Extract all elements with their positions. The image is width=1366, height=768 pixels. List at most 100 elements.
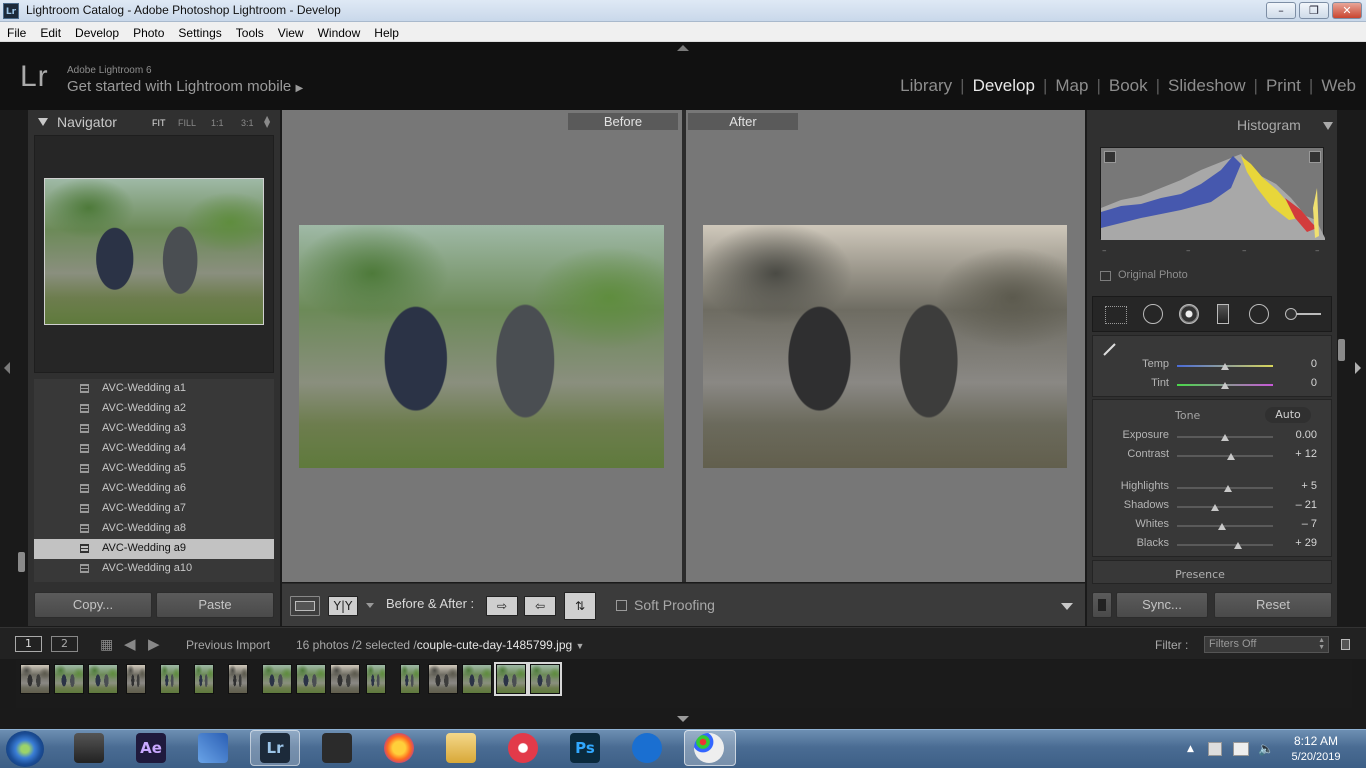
filter-lock-icon[interactable]: [1341, 639, 1350, 650]
module-develop[interactable]: Develop: [967, 76, 1041, 95]
zoom-fit[interactable]: FIT: [152, 118, 166, 128]
menu-tools[interactable]: Tools: [229, 24, 271, 43]
crop-tool-icon[interactable]: [1105, 306, 1127, 324]
whites-value[interactable]: – 7: [1281, 518, 1317, 530]
bottom-panel-toggle-icon[interactable]: [677, 716, 689, 722]
menu-settings[interactable]: Settings: [171, 24, 228, 43]
left-scrollbar[interactable]: [18, 380, 26, 580]
before-after-view-button[interactable]: Y|Y: [328, 596, 358, 616]
filmstrip-thumbnail[interactable]: [400, 664, 420, 694]
red-eye-icon[interactable]: [1179, 304, 1199, 324]
menu-photo[interactable]: Photo: [126, 24, 171, 43]
filmstrip-thumbnail[interactable]: [88, 664, 118, 694]
volume-icon[interactable]: 🔈: [1258, 742, 1274, 757]
filmstrip-thumbnail[interactable]: [194, 664, 214, 694]
grid-view-icon[interactable]: ▦: [100, 637, 113, 653]
contrast-slider-knob[interactable]: [1226, 453, 1235, 460]
right-panel-toggle-icon[interactable]: [1355, 362, 1361, 374]
filter-select[interactable]: Filters Off ▲ ▼: [1204, 636, 1329, 653]
filmstrip-thumbnail[interactable]: [126, 664, 146, 694]
filmstrip-thumbnail[interactable]: [428, 664, 458, 694]
list-item[interactable]: AVC-Wedding a8: [34, 519, 274, 539]
screen-recorder-icon[interactable]: [508, 733, 538, 763]
module-web[interactable]: Web: [1315, 76, 1362, 95]
module-book[interactable]: Book: [1103, 76, 1154, 95]
forward-arrow-icon[interactable]: ▶: [148, 635, 160, 653]
maximize-button[interactable]: ❐: [1299, 2, 1329, 19]
copy-button[interactable]: Copy...: [34, 592, 152, 618]
list-item[interactable]: AVC-Wedding a5: [34, 459, 274, 479]
loupe-view-button[interactable]: [290, 596, 320, 616]
menu-edit[interactable]: Edit: [33, 24, 68, 43]
copy-after-to-before-button[interactable]: ⇦: [524, 596, 556, 616]
sync-toggle-switch[interactable]: [1092, 592, 1112, 618]
menu-window[interactable]: Window: [311, 24, 368, 43]
right-scrollbar[interactable]: [1338, 335, 1346, 583]
navigator-header[interactable]: Navigator FIT FILL 1:1 3:1 ▲ ▼: [28, 112, 280, 134]
highlight-clipping-icon[interactable]: [1309, 151, 1321, 163]
action-center-icon[interactable]: [1208, 742, 1222, 756]
white-balance-selector-icon[interactable]: [1103, 341, 1117, 356]
filmora-icon[interactable]: [322, 733, 352, 763]
secondary-window-button[interactable]: 2: [51, 636, 78, 652]
filename-dropdown-icon[interactable]: ▼: [576, 641, 585, 651]
module-slideshow[interactable]: Slideshow: [1162, 76, 1252, 95]
firefox-icon[interactable]: [384, 733, 414, 763]
source-label[interactable]: Previous Import: [186, 638, 270, 652]
tint-slider-knob[interactable]: [1221, 382, 1229, 389]
blacks-slider[interactable]: [1177, 544, 1273, 546]
list-item[interactable]: AVC-Wedding a4: [34, 439, 274, 459]
list-item[interactable]: AVC-Wedding a2: [34, 399, 274, 419]
list-item[interactable]: AVC-Wedding a7: [34, 499, 274, 519]
temp-value[interactable]: 0: [1281, 358, 1317, 370]
exposure-slider-knob[interactable]: [1221, 434, 1229, 441]
file-explorer-icon[interactable]: [446, 733, 476, 763]
menu-help[interactable]: Help: [367, 24, 406, 43]
mobile-promo-link[interactable]: Get started with Lightroom mobile ▶: [67, 78, 303, 95]
list-item[interactable]: AVC-Wedding a1: [34, 379, 274, 399]
zoom-stepper-icon[interactable]: ▲ ▼: [264, 115, 270, 129]
exposure-value[interactable]: 0.00: [1281, 429, 1317, 441]
network-icon[interactable]: [1233, 742, 1249, 756]
list-item[interactable]: AVC-Wedding a10: [34, 559, 274, 579]
highlights-slider-knob[interactable]: [1223, 485, 1232, 492]
menu-develop[interactable]: Develop: [68, 24, 126, 43]
paint-icon[interactable]: [694, 733, 724, 763]
after-image[interactable]: [703, 225, 1067, 468]
swap-before-after-button[interactable]: ⇅: [564, 592, 596, 620]
module-map[interactable]: Map: [1049, 76, 1094, 95]
radial-filter-icon[interactable]: [1249, 304, 1269, 324]
module-print[interactable]: Print: [1260, 76, 1307, 95]
before-image[interactable]: [299, 225, 664, 468]
whites-slider-knob[interactable]: [1218, 523, 1227, 530]
photoshop-icon[interactable]: Ps: [570, 733, 600, 763]
filmstrip-thumbnail[interactable]: [330, 664, 360, 694]
filmstrip-thumbnail-selected[interactable]: [528, 662, 562, 696]
after-effects-icon[interactable]: Ae: [136, 733, 166, 763]
show-hidden-icons[interactable]: ▲: [1187, 744, 1194, 754]
soft-proofing-checkbox[interactable]: [616, 600, 627, 611]
list-item[interactable]: AVC-Wedding a6: [34, 479, 274, 499]
tint-value[interactable]: 0: [1281, 377, 1317, 389]
network-app-icon[interactable]: [198, 733, 228, 763]
navigator-thumbnail[interactable]: [44, 178, 264, 325]
graduated-filter-icon[interactable]: [1217, 304, 1229, 324]
shadows-slider[interactable]: [1177, 506, 1273, 508]
paste-button[interactable]: Paste: [156, 592, 274, 618]
contrast-slider[interactable]: [1177, 455, 1273, 457]
reset-button[interactable]: Reset: [1214, 592, 1332, 618]
zoom-1-1[interactable]: 1:1: [211, 118, 224, 128]
current-filename[interactable]: couple-cute-day-1485799.jpg: [417, 638, 572, 652]
auto-tone-button[interactable]: Auto: [1265, 407, 1311, 423]
close-button[interactable]: ✕: [1332, 2, 1362, 19]
list-item[interactable]: AVC-Wedding a3: [34, 419, 274, 439]
filmstrip-thumbnail[interactable]: [160, 664, 180, 694]
shadows-value[interactable]: – 21: [1281, 499, 1317, 511]
teamviewer-icon[interactable]: [632, 733, 662, 763]
shadows-slider-knob[interactable]: [1211, 504, 1220, 511]
view-mode-dropdown-icon[interactable]: [366, 603, 374, 608]
top-panel-toggle-icon[interactable]: [677, 45, 689, 51]
filmstrip-thumbnail[interactable]: [262, 664, 292, 694]
zoom-3-1[interactable]: 3:1: [241, 118, 254, 128]
filmstrip-thumbnail[interactable]: [54, 664, 84, 694]
